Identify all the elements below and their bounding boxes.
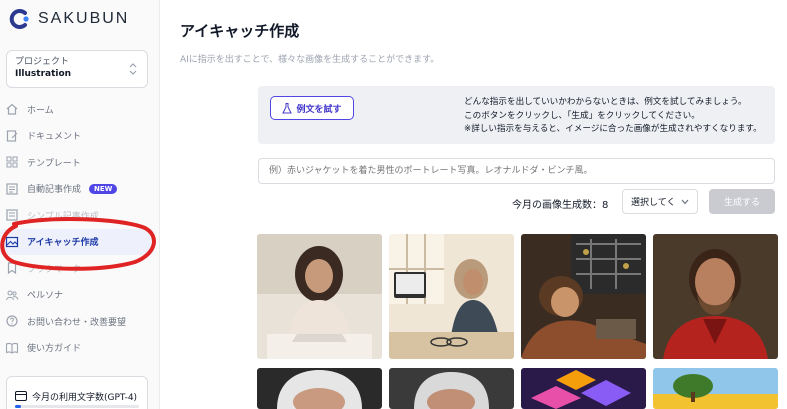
style-select-value: 選択してく [631,198,676,208]
generated-image[interactable] [521,234,646,359]
sidebar-item-label: ペルソナ [27,291,64,302]
help-icon [6,315,18,327]
chevron-down-icon [681,199,689,205]
man-portrait-image [389,368,514,409]
try-example-label: 例文を試す [296,104,342,115]
sidebar-item-auto-article[interactable]: 自動記事作成 NEW [0,176,160,203]
project-label: プロジェクト [15,57,70,67]
main-content: アイキャッチ作成 AIに指示を出すことで、様々な画像を生成することができます。 … [160,0,787,409]
try-example-button[interactable]: 例文を試す [270,96,354,120]
sidebar-item-label: ドキュメント [27,132,82,143]
woman-typing-image [257,234,382,359]
logo[interactable]: SAKUBUN [8,8,129,30]
sidebar-item-label: シンプル記事作成 [27,211,99,222]
usage-card[interactable]: 今月の利用文字数(GPT-4) [6,376,148,409]
sidebar: SAKUBUN プロジェクト Illustration ホーム ドキュメント テ… [0,0,160,409]
generated-image[interactable] [521,368,646,409]
sidebar-item-label: アイキャッチ作成 [27,238,99,249]
sidebar-item-label: 自動記事作成 [27,185,82,196]
sidebar-item-home[interactable]: ホーム [0,96,160,123]
new-badge: NEW [89,183,118,194]
credit-card-icon [15,391,27,401]
bookmark-icon [7,262,17,275]
sidebar-item-label: テンプレート [27,158,81,169]
monthly-image-count: 今月の画像生成数：8 [512,200,609,211]
usage-progress [15,405,139,408]
landscape-tree-image [653,368,778,409]
generate-button[interactable]: 生成する [709,189,775,214]
generated-image[interactable] [389,234,514,359]
sidebar-item-templates[interactable]: テンプレート [0,149,160,176]
sidebar-item-eyecatch[interactable]: アイキャッチ作成 [0,228,154,255]
home-icon [6,103,18,115]
sidebar-item-contact[interactable]: お問い合わせ・改善要望 [0,308,160,335]
renaissance-man-image [653,234,778,359]
elderly-man-portrait-image [257,368,382,409]
brand-name: SAKUBUN [38,10,130,27]
prompt-input[interactable] [258,158,775,184]
isometric-blocks-image [521,368,646,409]
sidebar-item-persona[interactable]: ペルソナ [0,282,160,309]
sidebar-item-simple-article[interactable]: シンプル記事作成 [0,202,160,229]
simple-article-icon [6,209,18,221]
project-value: Illustration [15,69,72,79]
image-icon [5,236,19,247]
template-icon [6,156,18,168]
hint-line-1: どんな指示を出していいかわからないときは、例文を試してみましょう。 [464,97,747,107]
page-subtitle: AIに指示を出すことで、様々な画像を生成することができます。 [180,55,440,65]
hint-line-2: このボタンをクリックし、「生成」をクリックしてください。 [464,110,700,121]
generated-image[interactable] [653,234,778,359]
boy-computer-parts-image [521,234,646,359]
page-title: アイキャッチ作成 [180,22,300,40]
auto-article-icon [6,183,18,195]
generated-image[interactable] [257,368,382,409]
generated-image[interactable] [389,368,514,409]
generated-image[interactable] [653,368,778,409]
sidebar-item-label: 使い方ガイド [27,344,82,355]
sidebar-item-label: ホーム [27,105,54,116]
sidebar-item-bookmarks[interactable]: ブックマーク [0,255,160,282]
document-icon [6,130,18,142]
guide-icon [5,342,19,354]
generated-image[interactable] [257,234,382,359]
sidebar-item-label: ブックマーク [27,264,82,275]
usage-label: 今月の利用文字数(GPT-4) [32,392,138,403]
chevron-updown-icon [129,63,137,75]
flask-icon [282,102,293,113]
sidebar-item-guide[interactable]: 使い方ガイド [0,335,160,362]
hint-line-3: ※詳しい指示を与えると、イメージに合った画像が生成されやすくなります。 [464,124,762,134]
persona-icon [6,290,19,300]
logo-icon [9,9,29,29]
style-select[interactable]: 選択してく [622,189,698,214]
sidebar-item-label: お問い合わせ・改善要望 [27,317,127,328]
sidebar-item-documents[interactable]: ドキュメント [0,123,160,150]
sidebar-nav: ホーム ドキュメント テンプレート 自動記事作成 NEW シンプル記事作成 アイ… [0,96,160,361]
project-selector[interactable]: プロジェクト Illustration [6,50,148,88]
woman-desk-image [389,234,514,359]
hint-panel: 例文を試す どんな指示を出していいかわからないときは、例文を試してみましょう。 … [258,86,775,144]
